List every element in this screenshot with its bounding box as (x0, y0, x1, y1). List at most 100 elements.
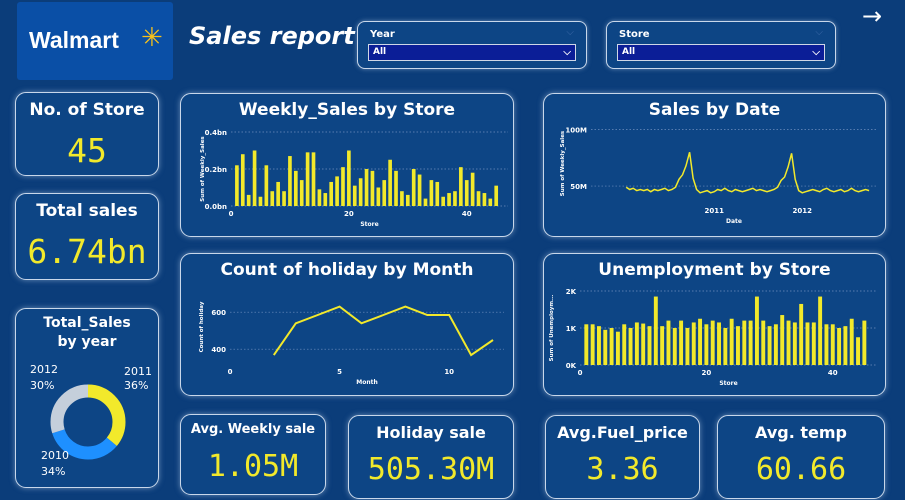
bar (341, 167, 345, 206)
bar (811, 322, 816, 365)
chevron-down-icon: ⌵ (815, 27, 823, 38)
y-tick-label: 0.2bn (205, 166, 227, 174)
bar (647, 326, 652, 365)
bar (723, 328, 728, 365)
bar (364, 169, 369, 206)
bar (294, 170, 298, 206)
bar (717, 322, 721, 365)
bar (641, 323, 646, 365)
bar (270, 191, 275, 206)
bar (862, 320, 867, 365)
bar (596, 326, 601, 365)
walmart-logo: Walmart ✳ (17, 2, 173, 80)
bar (748, 320, 753, 365)
store-filter[interactable]: Store ⌵ All ⌵ (606, 21, 836, 69)
total-sales-title: Total sales (36, 201, 138, 221)
store-select[interactable]: All ⌵ (617, 44, 825, 61)
donut-label-year: 2010 (41, 449, 69, 462)
y-tick-label: 0.0bn (205, 203, 227, 211)
chevron-down-icon: ⌵ (566, 27, 574, 38)
donut-label-percent: 34% (41, 465, 65, 478)
sales-by-date-chart: 50M 100M 2011 2012 Date Sum of Weekly_Sales (560, 127, 877, 225)
spark-icon: ✳ (141, 23, 163, 53)
bar (305, 152, 310, 206)
bar (698, 318, 703, 365)
bar (634, 322, 639, 365)
holiday-sale-card: Holiday sale 505.30M (348, 415, 514, 499)
weekly-sales-chart: 0.0bn 0.2bn 0.4bn 0 20 40 Store Sum of Weekly_S… (200, 129, 508, 228)
bar (736, 326, 740, 365)
bar (590, 324, 595, 365)
bar (476, 191, 481, 206)
report-title: Sales report (189, 22, 355, 50)
total-sales-value: 6.74bn (27, 232, 147, 271)
x-tick-label: 0 (228, 368, 233, 376)
unemployment-card: Unemployment by Store 0K 1K 2K 0 20 40 Store Su… (543, 253, 886, 396)
bar (388, 159, 392, 206)
series-line (625, 152, 870, 194)
arrow-right-icon[interactable]: → (862, 2, 882, 30)
bar (459, 167, 463, 206)
sales-by-year-card: Total_Sales by year 2011 36% 2010 34% 2012 30… (15, 308, 159, 488)
chevron-down-icon: ⌵ (563, 47, 571, 58)
bar (603, 329, 608, 365)
x-tick-label: 2011 (704, 207, 724, 215)
bar (264, 165, 269, 206)
sales-by-year-donut: 201136% 2010 34% 2012 30% (30, 363, 152, 478)
year-filter-label: Year (370, 29, 395, 40)
bar (704, 324, 709, 365)
y-axis-label: Sum of Weekly_Sales (560, 130, 566, 196)
avg-temp-card: Avg. temp 60.66 (717, 415, 885, 499)
bar (482, 193, 487, 206)
bar (376, 187, 381, 206)
bar (441, 196, 445, 206)
bar (843, 326, 848, 365)
bar (584, 324, 589, 365)
donut-label-percent: 36% (124, 379, 148, 392)
bar (660, 326, 665, 365)
bar (672, 328, 677, 365)
bar (405, 194, 410, 206)
bar (628, 328, 633, 365)
y-tick-label: 400 (211, 346, 226, 354)
bar (792, 322, 797, 365)
y-axis-label: Sum of Unemploym... (549, 295, 555, 362)
bar (417, 174, 422, 206)
bar (335, 176, 339, 206)
avg-weekly-sale-value: 1.05M (207, 449, 299, 484)
bar (394, 170, 398, 206)
bar (837, 328, 842, 365)
year-select-value: All (373, 47, 387, 57)
holiday-sale-value: 505.30M (367, 452, 495, 487)
avg-weekly-sale-title: Avg. Weekly sale (190, 422, 316, 437)
bar (494, 185, 499, 206)
y-tick-label: 100M (565, 127, 587, 135)
bar (435, 181, 440, 206)
y-axis-label: Count of holiday (199, 301, 205, 352)
donut-label-year: 2011 (124, 365, 152, 378)
bar (352, 185, 357, 206)
store-select-value: All (622, 47, 636, 57)
logo-text: Walmart (29, 27, 119, 53)
x-tick-label: 5 (337, 368, 342, 376)
x-tick-label: 0 (229, 210, 234, 218)
x-tick-label: 10 (444, 368, 454, 376)
year-filter[interactable]: Year ⌵ All ⌵ (357, 21, 587, 69)
avg-temp-value: 60.66 (755, 452, 847, 487)
bar (488, 198, 493, 206)
fuel-price-value: 3.36 (586, 452, 659, 487)
bar (429, 180, 434, 206)
store-count-value: 45 (67, 131, 107, 170)
bar (282, 191, 286, 206)
bar (258, 196, 263, 206)
y-tick-label: 50M (570, 183, 587, 191)
bar (780, 315, 785, 365)
bar (767, 326, 772, 365)
sales-by-date-card: Sales by Date 50M 100M 2011 2012 Date Sum of … (543, 93, 886, 237)
bar (824, 324, 829, 365)
year-select[interactable]: All ⌵ (368, 44, 576, 61)
x-tick-label: 0 (578, 369, 583, 377)
series-line (272, 305, 494, 357)
bar (453, 191, 457, 206)
avg-temp-title: Avg. temp (755, 423, 847, 442)
